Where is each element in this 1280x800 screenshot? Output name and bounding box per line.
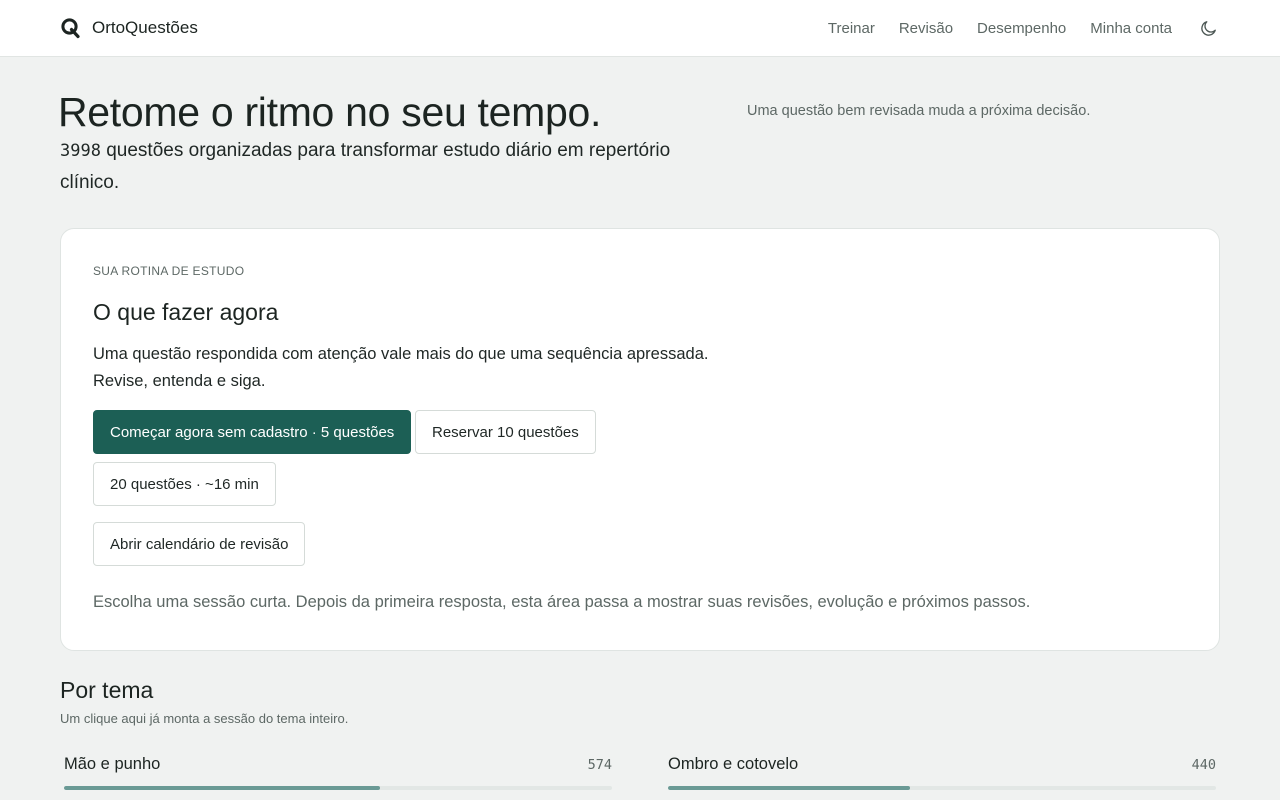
brand-home-link[interactable]: OrtoQuestões	[60, 16, 198, 40]
card-note: Escolha uma sessão curta. Depois da prim…	[93, 593, 1031, 611]
nav-link-minha-conta[interactable]: Minha conta	[1090, 20, 1172, 37]
brand-name: OrtoQuestões	[92, 18, 198, 37]
topic-item-mao-e-punho[interactable]: Mão e punho 574	[64, 752, 612, 800]
card-title: O que fazer agora	[93, 299, 279, 325]
topic-name: Ombro e cotovelo	[668, 755, 799, 773]
topic-count: 440	[1191, 757, 1216, 773]
topic-progress-track	[668, 786, 1216, 790]
topics-section-subtitle: Um clique aqui já monta a sessão do tema…	[60, 711, 349, 726]
twenty-questions-session-button[interactable]: 20 questões · ~16 min	[93, 462, 276, 506]
moon-icon	[1200, 20, 1216, 36]
start-without-signup-button[interactable]: Começar agora sem cadastro · 5 questões	[93, 410, 412, 454]
hero-title: Retome o ritmo no seu tempo.	[58, 89, 602, 135]
topic-name: Mão e punho	[64, 755, 161, 773]
card-description: Uma questão respondida com atenção vale …	[93, 341, 793, 395]
study-routine-card: SUA ROTINA DE ESTUDO O que fazer agora U…	[60, 228, 1220, 651]
open-review-calendar-button[interactable]: Abrir calendário de revisão	[93, 522, 306, 566]
top-navigation-bar: OrtoQuestões Treinar Revisão Desempenho …	[0, 0, 1280, 57]
card-description-line-2: Revise, entenda e siga.	[93, 372, 266, 390]
topic-progress-fill	[64, 786, 381, 790]
topics-section-title: Por tema	[60, 677, 154, 703]
hero-side-note: Uma questão bem revisada muda a próxima …	[747, 103, 1091, 119]
reserve-10-questions-button[interactable]: Reservar 10 questões	[415, 410, 596, 454]
hero-subtitle: 3998 questões organizadas para transform…	[60, 135, 720, 199]
hero-subtitle-text: questões organizadas para transformar es…	[60, 140, 671, 193]
main-nav: Treinar Revisão Desempenho Minha conta	[828, 16, 1220, 40]
nav-link-desempenho[interactable]: Desempenho	[977, 20, 1066, 37]
nav-link-revisao[interactable]: Revisão	[899, 20, 953, 37]
theme-toggle-button[interactable]	[1196, 16, 1220, 40]
question-count: 3998	[60, 141, 101, 161]
topic-item-ombro-e-cotovelo[interactable]: Ombro e cotovelo 440	[668, 752, 1216, 800]
card-description-line-1: Uma questão respondida com atenção vale …	[93, 345, 709, 363]
topic-progress-track	[64, 786, 612, 790]
nav-link-treinar[interactable]: Treinar	[828, 20, 875, 37]
card-eyebrow: SUA ROTINA DE ESTUDO	[93, 264, 245, 278]
topic-progress-fill	[668, 786, 911, 790]
brand-q-logo-icon	[61, 18, 80, 39]
topic-count: 574	[587, 757, 612, 773]
